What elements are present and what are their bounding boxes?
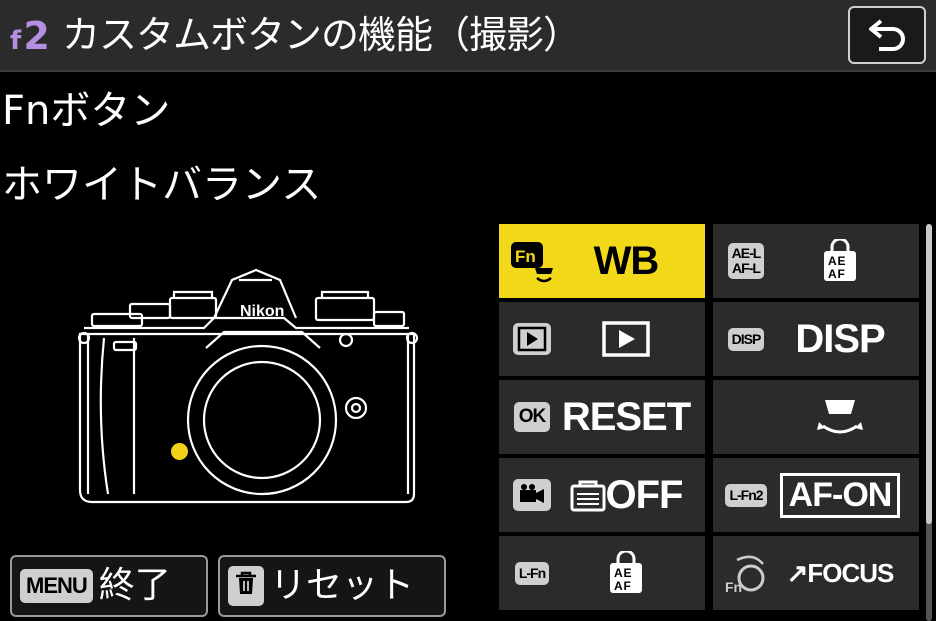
sub-command-dial-icon (769, 380, 911, 454)
grid-cell-value: OFF (605, 472, 684, 517)
reset-label: リセット (270, 565, 415, 606)
lens-control-ring-icon: Fn (723, 550, 769, 596)
svg-text:A F: A F (614, 579, 631, 593)
menu-code-number: 2 (23, 14, 50, 58)
page-title: カスタムボタンの機能（撮影） (62, 13, 581, 57)
scrollbar-thumb[interactable] (926, 224, 932, 524)
svg-text:Fn: Fn (725, 579, 742, 595)
svg-text:A F: A F (828, 267, 845, 281)
grid-cell-lens-fn[interactable]: L-Fn A E A F (499, 536, 705, 610)
grid-cell-value: WB (593, 238, 660, 283)
fn-badge-text: Fn (515, 247, 536, 266)
grid-cell-focus[interactable]: Fn ↗ FOCUS (713, 536, 919, 610)
disp-icon: DISP (723, 316, 769, 362)
control-name: Fnボタン (2, 88, 171, 134)
camera-illustration: Nikon (77, 268, 419, 504)
grid-cell-movie-off[interactable]: OFF (499, 458, 705, 532)
button-location-marker (171, 443, 188, 460)
grid-cell-af-on[interactable]: L-Fn2 AF-ON (713, 458, 919, 532)
arrow-icon: ↗ (786, 557, 809, 588)
grid-cell-value: DISP (795, 316, 885, 361)
exit-label: 終了 (98, 565, 171, 606)
ae-af-lock-icon: AE-L AF-L (723, 238, 769, 284)
menu-exit-button[interactable]: MENU 終了 (10, 555, 208, 617)
af-on-value: AF-ON (769, 458, 911, 532)
grid-cell-ae-af-lock[interactable]: AE-L AF-L A E A F (713, 224, 919, 298)
return-arrow-icon (869, 19, 905, 51)
ok-button-icon: OK (509, 394, 555, 440)
function-name: ホワイトバランス (2, 162, 322, 208)
grid-cell-playback[interactable] (499, 302, 705, 376)
grid-cell-disp[interactable]: DISP DISP (713, 302, 919, 376)
lens-fn-icon: L-Fn (509, 550, 555, 596)
lens-fn2-icon: L-Fn2 (723, 472, 769, 518)
focus-value: ↗ FOCUS (786, 557, 895, 588)
playback-value-icon (555, 302, 697, 376)
header-bar: f2 カスタムボタンの機能（撮影） (0, 0, 936, 72)
off-value: OFF (555, 458, 697, 532)
grid-cell-sub-dial[interactable] (713, 380, 919, 454)
fn-button-icon: Fn (509, 238, 555, 284)
movie-record-icon (509, 472, 555, 518)
svg-text:A E: A E (828, 254, 846, 268)
grid-cell-reset[interactable]: OK RESET (499, 380, 705, 454)
grid-cell-value: RESET (561, 394, 691, 439)
svg-text:A E: A E (614, 566, 632, 580)
menu-code-prefix: f (10, 26, 22, 56)
playback-icon (509, 316, 555, 362)
back-button[interactable] (848, 6, 926, 64)
menu-code: f2 (10, 14, 50, 63)
function-grid: Fn WB AE-L AF-L A E A F DISP DISP OK RES… (499, 224, 921, 621)
menu-box-icon (570, 480, 605, 512)
lock-symbol-icon: A E A F (769, 224, 911, 298)
trash-icon (228, 566, 264, 606)
reset-button[interactable]: リセット (218, 555, 446, 617)
lock-symbol-icon: A E A F (555, 536, 697, 610)
camera-brand-logo: Nikon (240, 303, 284, 320)
grid-cell-wb[interactable]: Fn WB (499, 224, 705, 298)
menu-key: MENU (20, 569, 93, 603)
